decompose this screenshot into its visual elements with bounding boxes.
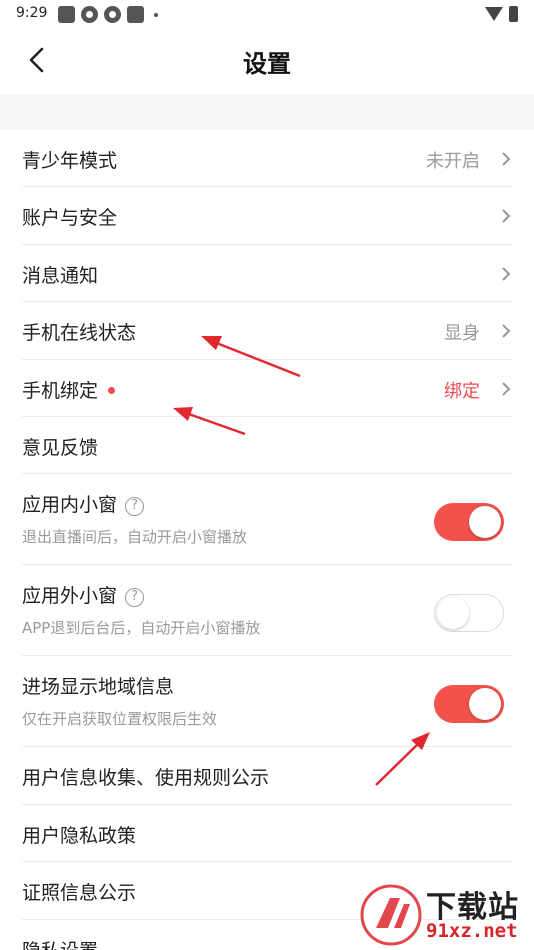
- row-label: 青少年模式: [22, 150, 118, 172]
- toggle-knob: [437, 597, 469, 630]
- watermark-url: 91xz.net: [426, 920, 518, 942]
- chevron-right-icon: [502, 267, 511, 281]
- chevron-right-icon: [502, 324, 511, 338]
- info-collection-row[interactable]: 用户信息收集、使用规则公示: [22, 747, 512, 805]
- more-notifications-icon: [154, 12, 158, 17]
- row-value: 未开启: [426, 151, 480, 172]
- row-label: 进场显示地域信息: [22, 676, 175, 699]
- row-label-text: 手机绑定: [22, 379, 99, 402]
- app-notification-icon: [58, 6, 75, 23]
- location-icon: [81, 6, 98, 23]
- row-value: 绑定: [444, 380, 480, 402]
- wifi-icon: [485, 7, 503, 21]
- row-label: 证照信息公示: [22, 882, 137, 905]
- show-region-toggle[interactable]: [434, 685, 504, 724]
- notifications-row[interactable]: 消息通知: [22, 245, 512, 303]
- row-subtitle: APP退到后台后，自动开启小窗播放: [22, 619, 261, 638]
- status-time: 9:29: [16, 5, 48, 21]
- nav-bar: 设置: [0, 28, 534, 94]
- chevron-right-icon: [502, 209, 511, 224]
- app-notification-icon: [127, 6, 144, 23]
- show-region-row: 进场显示地域信息 仅在开启获取位置权限后生效: [22, 656, 512, 748]
- battery-icon: [509, 6, 518, 22]
- row-label: 隐私设置: [22, 936, 98, 950]
- status-bar: 9:29: [0, 0, 534, 28]
- out-app-window-toggle[interactable]: [434, 594, 504, 633]
- settings-list: 青少年模式 未开启 账户与安全 消息通知 手机在线状态 显身 手机绑定 绑定 意…: [0, 130, 534, 950]
- row-label: 应用外小窗?: [22, 581, 145, 608]
- row-label: 账户与安全: [22, 207, 118, 230]
- privacy-policy-row[interactable]: 用户隐私政策: [22, 805, 512, 863]
- toggle-knob: [469, 688, 501, 721]
- row-subtitle: 退出直播间后，自动开启小窗播放: [22, 528, 248, 547]
- watermark-logo: [360, 884, 422, 946]
- row-label: 消息通知: [22, 264, 99, 287]
- out-app-window-row: 应用外小窗? APP退到后台后，自动开启小窗播放: [22, 565, 512, 657]
- row-label: 应用内小窗?: [22, 490, 145, 517]
- system-icons: [485, 6, 518, 22]
- page-title: 设置: [243, 50, 291, 78]
- help-icon[interactable]: ?: [125, 588, 145, 608]
- row-label-text: 应用内小窗: [22, 494, 118, 517]
- row-label: 手机在线状态: [22, 322, 137, 345]
- in-app-window-row: 应用内小窗? 退出直播间后，自动开启小窗播放: [22, 474, 512, 566]
- row-value: 显身: [444, 323, 480, 345]
- location-icon: [104, 6, 121, 23]
- phone-binding-row[interactable]: 手机绑定 绑定: [22, 360, 512, 417]
- notification-icons: [58, 6, 158, 23]
- online-status-row[interactable]: 手机在线状态 显身: [22, 302, 512, 360]
- account-security-row[interactable]: 账户与安全: [22, 187, 512, 245]
- row-subtitle: 仅在开启获取位置权限后生效: [22, 710, 218, 729]
- row-label-text: 应用外小窗: [22, 585, 118, 608]
- row-label: 意见反馈: [22, 436, 99, 459]
- chevron-right-icon: [502, 152, 511, 166]
- chevron-right-icon: [502, 381, 511, 396]
- section-divider: [0, 94, 534, 130]
- row-label: 用户信息收集、使用规则公示: [22, 767, 270, 790]
- row-label: 手机绑定: [22, 376, 116, 403]
- new-badge-dot: [108, 386, 116, 394]
- row-label: 用户隐私政策: [22, 824, 137, 847]
- toggle-knob: [469, 506, 501, 539]
- help-icon[interactable]: ?: [125, 497, 145, 517]
- in-app-window-toggle[interactable]: [434, 503, 504, 542]
- site-watermark: 下载站 91xz.net: [360, 880, 530, 948]
- feedback-row[interactable]: 意见反馈: [22, 417, 512, 475]
- teen-mode-row[interactable]: 青少年模式 未开启: [22, 130, 512, 188]
